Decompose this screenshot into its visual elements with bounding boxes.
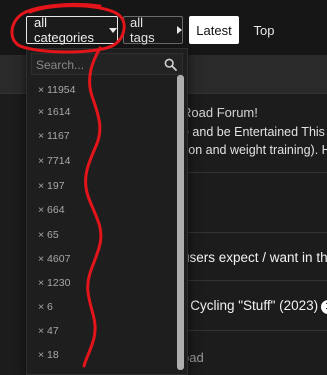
topic-title-text: r Cycling "Stuff" (2023) — [182, 298, 319, 313]
scrollbar-thumb[interactable] — [177, 75, 184, 370]
tags-dropdown-label: all tags — [130, 15, 155, 45]
category-option[interactable]: × 4607 — [38, 253, 70, 265]
category-search-box — [31, 53, 183, 75]
unread-count-badge: 1 — [321, 300, 327, 314]
divider — [182, 280, 327, 281]
category-option[interactable]: × 18 — [38, 349, 59, 361]
chevron-right-icon — [177, 26, 182, 34]
category-option[interactable]: × 11954 — [38, 84, 75, 96]
category-dropdown-label: all categories — [34, 15, 94, 45]
topic-title[interactable]: users expect / want in the f — [182, 250, 327, 265]
category-option[interactable]: × 1614 — [38, 106, 70, 118]
category-option[interactable]: × 1167 — [38, 130, 70, 142]
top-nav: all categories all tags Latest Top — [0, 0, 327, 55]
search-icon — [164, 58, 177, 71]
category-option[interactable]: × 1230 — [38, 277, 70, 289]
category-option[interactable]: × 197 — [38, 180, 65, 192]
forum-page: all categories all tags Latest Top Road … — [0, 0, 327, 375]
topic-excerpt: tion and weight training). Have — [182, 143, 327, 157]
divider — [182, 172, 327, 173]
category-option[interactable]: × 664 — [38, 204, 65, 216]
tags-dropdown-button[interactable]: all tags — [123, 15, 183, 45]
divider — [182, 232, 327, 233]
divider — [182, 330, 327, 331]
topic-excerpt: e and be Entertained This is a — [182, 125, 327, 139]
tab-latest[interactable]: Latest — [189, 16, 239, 44]
dropdown-scrollbar[interactable] — [177, 75, 184, 370]
category-option[interactable]: × 6 — [38, 301, 53, 313]
category-option[interactable]: × 7714 — [38, 155, 70, 167]
category-option[interactable]: × 47 — [38, 325, 59, 337]
category-dropdown-button[interactable]: all categories — [26, 15, 118, 45]
category-option[interactable]: × 65 — [38, 229, 59, 241]
tab-top[interactable]: Top — [249, 16, 279, 44]
category-search-input[interactable] — [34, 56, 166, 74]
topic-title[interactable]: r Cycling "Stuff" (2023)1 — [182, 298, 327, 314]
topic-title[interactable]: Road Forum! — [182, 105, 258, 120]
chevron-down-icon — [109, 27, 117, 33]
category-dropdown-menu: × 11954 × 1614 × 1167 × 7714 × 197 × 664… — [26, 48, 188, 375]
